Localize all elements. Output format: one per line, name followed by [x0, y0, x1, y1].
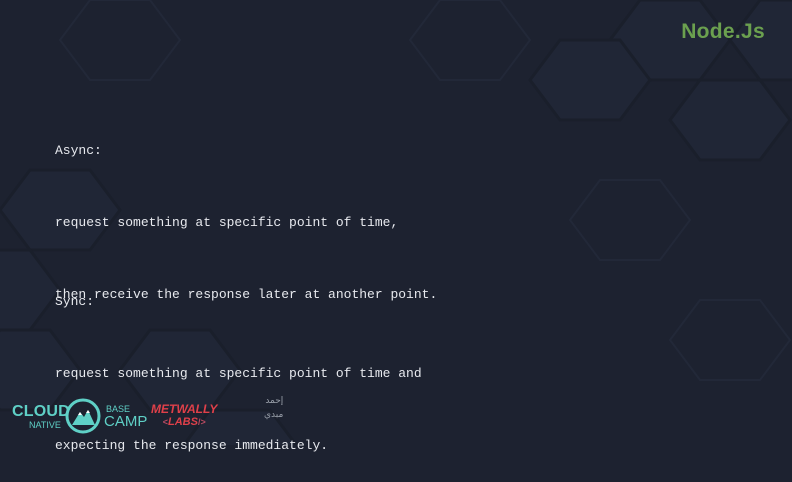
metwally-text: METWALLY — [151, 402, 218, 416]
logo-camp-text: CAMP — [104, 413, 148, 430]
sync-heading: Sync: — [55, 294, 95, 309]
mountain-ring-icon — [65, 398, 101, 434]
arabic-line-2: مبدي — [264, 410, 284, 420]
arabic-line-1: إحمد — [265, 396, 284, 406]
nodejs-brand-label: Node.Js — [681, 20, 765, 43]
footer-logos: CLOUD NATIVE BASE CAMP METWALLY <LABS/> … — [12, 394, 312, 440]
metwally-labs-logo: METWALLY <LABS/> — [151, 403, 217, 429]
sync-line-1: request something at specific point of t… — [55, 366, 422, 381]
sync-definition: Sync: request something at specific poin… — [55, 242, 422, 482]
labs-text: <LABS/> — [151, 416, 217, 429]
arabic-signature-logo: إحمد مبدي — [264, 394, 283, 422]
labs-word: LABS — [167, 416, 198, 428]
logo-cloud-text: CLOUD — [12, 403, 70, 420]
labs-close-bracket: /> — [197, 417, 206, 427]
logo-native-text: NATIVE — [29, 420, 61, 430]
async-heading: Async: — [55, 143, 102, 158]
async-line-1: request something at specific point of t… — [55, 215, 399, 230]
